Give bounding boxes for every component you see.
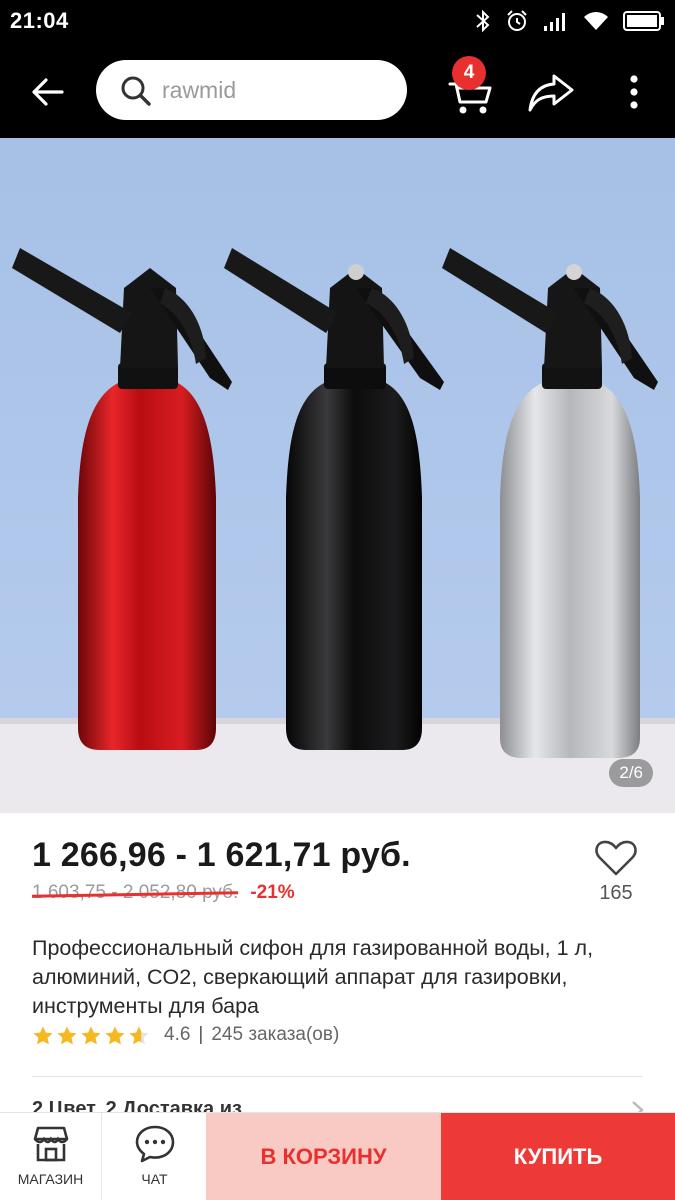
search-icon <box>121 76 151 106</box>
status-bar: 21:04 <box>0 0 675 44</box>
star-icon <box>129 1026 149 1044</box>
rating-stars <box>32 1025 150 1046</box>
search-bar[interactable] <box>96 60 407 120</box>
chat-icon <box>135 1125 174 1163</box>
bluetooth-icon <box>476 9 490 33</box>
bottom-action-bar: МАГАЗИН ЧАТ В КОРЗИНУ КУПИТЬ <box>0 1112 675 1200</box>
star-icon <box>105 1026 125 1044</box>
wishlist-count: 165 <box>599 882 633 904</box>
store-label: МАГАЗИН <box>17 1171 84 1187</box>
section-divider <box>32 1076 643 1077</box>
orders-count: 245 заказа(ов) <box>211 1024 340 1045</box>
chat-label: ЧАТ <box>141 1171 168 1187</box>
star-icon <box>33 1026 53 1044</box>
discount-badge: -21% <box>250 882 295 903</box>
store-icon <box>33 1126 68 1162</box>
back-button[interactable] <box>26 70 70 114</box>
old-price: 1 603,75 - 2 052,80 руб. <box>32 882 239 903</box>
status-time: 21:04 <box>10 8 69 33</box>
wifi-icon <box>584 12 608 30</box>
arrow-left-icon <box>32 78 64 106</box>
price-range: 1 266,96 - 1 621,71 руб. <box>32 836 411 874</box>
image-counter: 2/6 <box>609 759 653 787</box>
share-button[interactable] <box>526 70 576 114</box>
rating-row[interactable]: 4.6 | 245 заказа(ов) <box>32 1022 339 1048</box>
cart-count-badge: 4 <box>452 56 486 90</box>
product-image-gallery[interactable]: 2/6 <box>0 138 675 813</box>
signal-icon <box>544 13 565 31</box>
store-button[interactable]: МАГАЗИН <box>0 1113 102 1200</box>
status-icons <box>475 8 665 34</box>
product-photo <box>0 138 675 813</box>
chat-button[interactable]: ЧАТ <box>103 1113 206 1200</box>
buy-now-button[interactable]: КУПИТЬ <box>441 1113 675 1200</box>
heart-icon <box>595 840 637 876</box>
star-icon <box>57 1026 77 1044</box>
rating-value: 4.6 <box>164 1024 191 1045</box>
wishlist-button[interactable] <box>594 838 638 878</box>
more-vertical-icon <box>630 75 638 109</box>
app-toolbar: 4 <box>0 44 675 138</box>
more-options-button[interactable] <box>620 70 648 114</box>
old-price-row: 1 603,75 - 2 052,80 руб. -21% <box>32 882 295 904</box>
rating-separator: | <box>198 1024 204 1045</box>
battery-icon <box>623 11 664 31</box>
share-icon <box>528 74 574 112</box>
star-icon <box>81 1026 101 1044</box>
product-title: Профессиональный сифон для газированной … <box>32 936 594 1018</box>
add-to-cart-button[interactable]: В КОРЗИНУ <box>206 1113 441 1200</box>
alarm-icon <box>507 10 527 31</box>
search-input[interactable] <box>162 72 382 108</box>
